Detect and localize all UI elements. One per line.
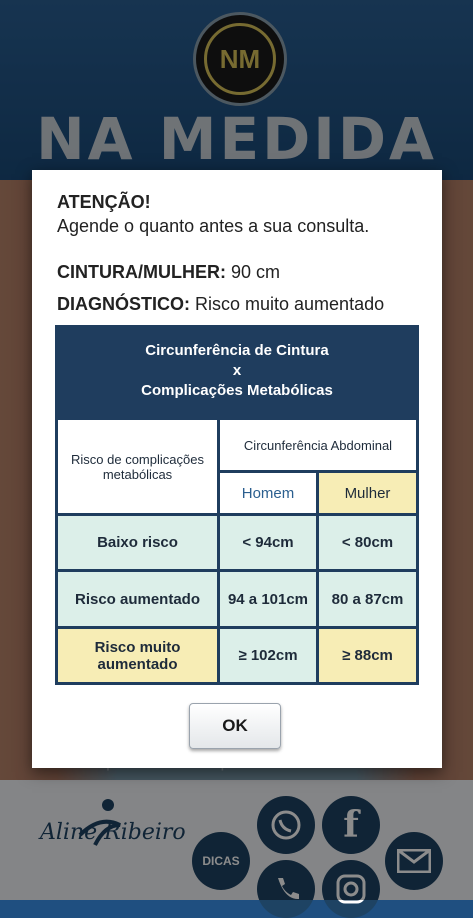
women-column-header: Mulher	[319, 473, 416, 513]
table-title-line1: Circunferência de Cintura	[145, 342, 329, 359]
row-women-value: ≥ 88cm	[319, 629, 416, 682]
waist-line: CINTURA/MULHER: 90 cm	[57, 262, 280, 283]
waist-reference-table: Circunferência de Cintura x Complicações…	[55, 325, 419, 685]
waist-label: CINTURA/MULHER:	[57, 262, 226, 282]
row-risk-label: Risco aumentado	[58, 572, 217, 626]
diagnosis-line: DIAGNÓSTICO: Risco muito aumentado	[57, 294, 384, 315]
alert-title: ATENÇÃO!	[57, 192, 151, 212]
diagnosis-value: Risco muito aumentado	[190, 294, 385, 314]
row-men-value: < 94cm	[220, 516, 316, 569]
row-women-value: 80 a 87cm	[319, 572, 416, 626]
ok-button[interactable]: OK	[189, 703, 281, 749]
abdominal-header: Circunferência Abdominal	[220, 420, 416, 470]
diagnosis-label: DIAGNÓSTICO:	[57, 294, 190, 314]
waist-value: 90 cm	[225, 262, 281, 282]
alert-dialog: ATENÇÃO! Agende o quanto antes a sua con…	[32, 170, 442, 768]
row-risk-label: Risco muito aumentado	[58, 629, 217, 682]
row-women-value: < 80cm	[319, 516, 416, 569]
row-men-value: ≥ 102cm	[220, 629, 316, 682]
row-risk-label: Baixo risco	[58, 516, 217, 569]
table-title: Circunferência de Cintura x Complicações…	[55, 325, 419, 417]
row-men-value: 94 a 101cm	[220, 572, 316, 626]
risk-column-header: Risco de complicações metabólicas	[58, 420, 217, 513]
table-title-line2: x	[232, 362, 242, 379]
men-column-header: Homem	[220, 473, 316, 513]
table-title-line3: Complicações Metabólicas	[141, 382, 333, 399]
alert-message: Agende o quanto antes a sua consulta.	[57, 216, 370, 236]
